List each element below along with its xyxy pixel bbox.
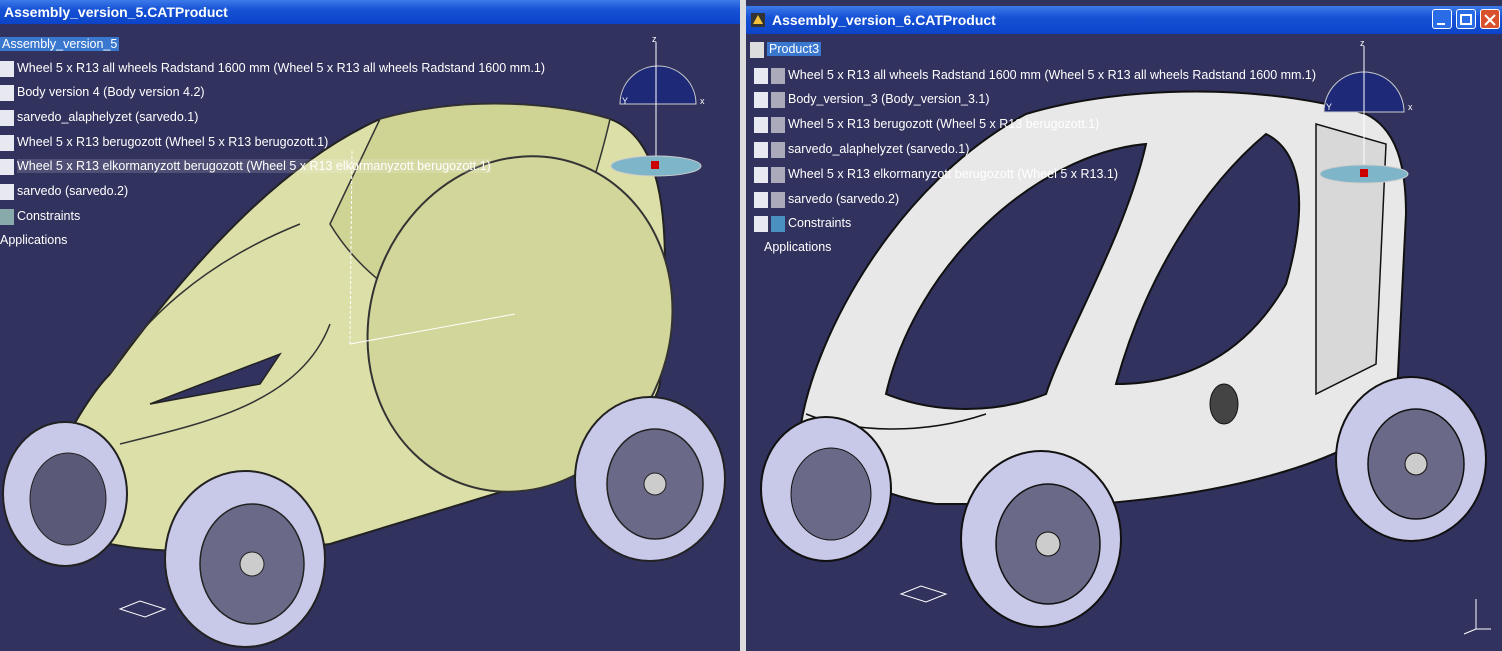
tree-item[interactable]: Body_version_3 (Body_version_3.1) [754, 90, 990, 108]
tree-item[interactable]: Wheel 5 x R13 all wheels Radstand 1600 m… [0, 59, 545, 77]
tree-item[interactable]: Wheel 5 x R13 elkormanyzott berugozott (… [0, 157, 491, 175]
tree-item[interactable]: sarvedo_alaphelyzet (sarvedo.1) [754, 140, 969, 158]
part-icon [771, 166, 785, 183]
tree-root[interactable]: Product3 [750, 40, 822, 58]
left-rear-wheel [2, 421, 128, 567]
side-mirror [1209, 383, 1239, 425]
right-viewer-window: Assembly_version_6.CATProduct z Y x Prod… [746, 0, 1502, 651]
part-icon [754, 141, 768, 158]
compass-y-label: Y [1326, 102, 1332, 112]
minimize-button[interactable] [1432, 9, 1452, 29]
part-icon [771, 191, 785, 208]
tree-item[interactable]: Body version 4 (Body version 4.2) [0, 83, 205, 101]
right-3d-viewport[interactable]: z Y x Product3 Wheel 5 x R13 all wheels … [746, 34, 1502, 651]
tree-item[interactable]: sarvedo_alaphelyzet (sarvedo.1) [0, 108, 198, 126]
minimize-icon [1437, 23, 1445, 25]
part-icon [754, 166, 768, 183]
maximize-icon [1460, 14, 1472, 25]
tree-item[interactable]: Wheel 5 x R13 berugozott (Wheel 5 x R13 … [0, 133, 328, 151]
right-titlebar[interactable]: Assembly_version_6.CATProduct [746, 6, 1502, 34]
left-titlebar[interactable]: Assembly_version_5.CATProduct [0, 0, 740, 24]
compass-y-label: Y [622, 96, 628, 106]
right-front-wheel [574, 396, 726, 562]
part-icon [754, 116, 768, 133]
tree-item[interactable]: Wheel 5 x R13 elkormanyzott berugozott (… [754, 165, 1118, 183]
left-3d-viewport[interactable]: z Y x Assembly_version_5 Wheel 5 x R13 a… [0, 24, 740, 651]
compass-z-label: z [652, 34, 657, 44]
part-icon [0, 158, 14, 175]
tree-root[interactable]: Assembly_version_5 [0, 35, 120, 53]
axis-triad-icon [1463, 599, 1491, 635]
front-left-wheel [960, 450, 1122, 628]
part-icon [771, 116, 785, 133]
compass-x-label: x [1408, 102, 1413, 112]
tree-item[interactable]: sarvedo (sarvedo.2) [754, 190, 899, 208]
part-icon [771, 91, 785, 108]
part-icon [754, 91, 768, 108]
left-viewer-window: Assembly_version_5.CATProduct z Y x Asse… [0, 0, 740, 651]
product-icon [750, 41, 764, 58]
constraints-icon [771, 215, 785, 232]
close-icon [1484, 14, 1496, 26]
compass-z-label: z [1360, 38, 1365, 48]
tree-item[interactable]: Wheel 5 x R13 all wheels Radstand 1600 m… [754, 66, 1316, 84]
part-icon [754, 67, 768, 84]
tree-item[interactable]: Applications [0, 231, 67, 249]
constraints-icon [0, 208, 14, 225]
close-button[interactable] [1480, 9, 1500, 29]
part-icon [771, 141, 785, 158]
tree-item[interactable]: Constraints [754, 214, 851, 232]
part-icon [0, 134, 14, 151]
tree-item[interactable]: sarvedo (sarvedo.2) [0, 182, 128, 200]
rear-left-wheel [760, 416, 892, 562]
left-window-title: Assembly_version_5.CATProduct [4, 4, 228, 20]
part-icon [0, 183, 14, 200]
expand-icon[interactable] [754, 215, 768, 232]
left-front-wheel [164, 470, 326, 648]
tree-item[interactable]: Applications [764, 238, 831, 256]
right-wheel [1335, 376, 1487, 542]
part-icon [0, 109, 14, 126]
maximize-button[interactable] [1456, 9, 1476, 29]
ground-plane-icon [118, 600, 167, 618]
right-window-title: Assembly_version_6.CATProduct [772, 12, 996, 28]
catia-app-icon [751, 13, 765, 27]
tree-item[interactable]: Constraints [0, 207, 80, 225]
part-icon [771, 67, 785, 84]
tree-item[interactable]: Wheel 5 x R13 berugozott (Wheel 5 x R13 … [754, 115, 1099, 133]
part-icon [0, 84, 14, 101]
compass-x-label: x [700, 96, 705, 106]
part-icon [754, 191, 768, 208]
ground-plane-icon [899, 585, 948, 603]
part-icon [0, 60, 14, 77]
door-panel [1315, 123, 1387, 396]
